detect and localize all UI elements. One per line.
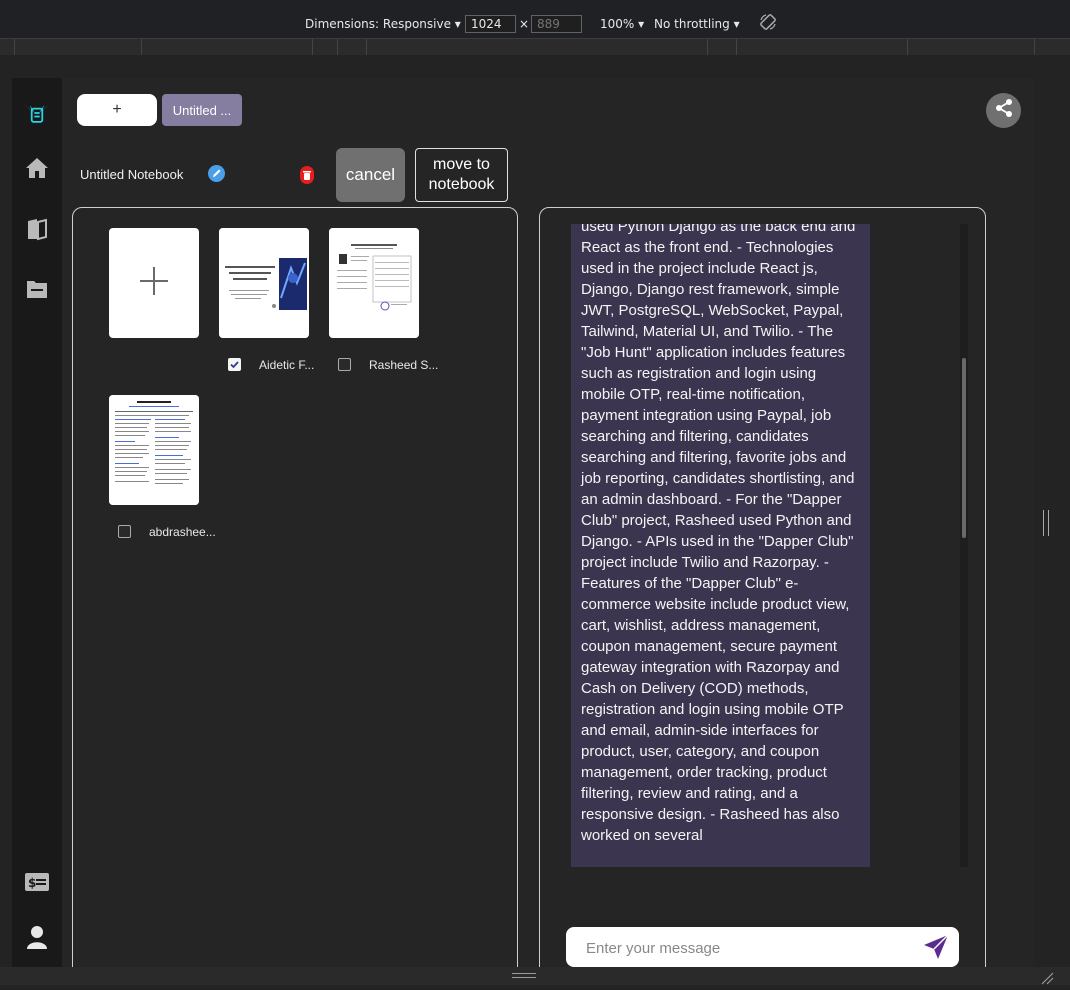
message-scrollbar[interactable]: [960, 224, 968, 867]
user-icon[interactable]: [22, 922, 52, 952]
notebook-title: Untitled Notebook: [80, 167, 184, 182]
document-checkbox[interactable]: [118, 525, 131, 538]
dimensions-dropdown[interactable]: Dimensions: Responsive ▾: [305, 17, 461, 31]
tab-untitled-notebook[interactable]: Untitled ...: [162, 94, 242, 126]
devtools-bottom-bar: [0, 967, 1070, 985]
home-icon[interactable]: [22, 153, 52, 183]
document-thumbnail[interactable]: [329, 228, 419, 338]
media-query-ruler: [0, 39, 1070, 55]
trash-icon[interactable]: [300, 166, 314, 184]
documents-panel: Aidetic F... Rasheed S... abdrashee...: [72, 207, 518, 967]
sidebar: $: [12, 78, 62, 967]
message-input[interactable]: [584, 927, 908, 967]
assistant-message: used Python Django as the back end and R…: [571, 224, 870, 867]
throttling-dropdown[interactable]: No throttling ▾: [654, 17, 740, 31]
share-button[interactable]: [986, 93, 1021, 128]
share-icon: [994, 98, 1014, 123]
add-notebook-button[interactable]: +: [77, 94, 157, 126]
document-checkbox[interactable]: [338, 358, 351, 371]
cancel-button[interactable]: cancel: [336, 148, 405, 202]
devtools-toolbar: Dimensions: Responsive ▾ × 100% ▾ No thr…: [0, 0, 1070, 39]
scrollbar-thumb[interactable]: [962, 358, 966, 538]
message-composer: [566, 927, 959, 967]
corner-resize-icon[interactable]: [1040, 971, 1054, 990]
document-label: Aidetic F...: [259, 358, 315, 372]
zoom-dropdown[interactable]: 100% ▾: [600, 17, 644, 31]
send-icon[interactable]: [922, 933, 950, 961]
plus-icon: [138, 265, 170, 302]
folder-icon[interactable]: [22, 274, 52, 304]
winged-robot-icon[interactable]: [22, 98, 52, 128]
height-resize-grip[interactable]: [512, 973, 536, 974]
document-checkbox[interactable]: [228, 358, 241, 371]
width-input[interactable]: [465, 15, 516, 33]
document-label: Rasheed S...: [369, 358, 439, 372]
document-thumbnail[interactable]: [219, 228, 309, 338]
app-viewport: $ + Untitled ... Untitled Notebook cance…: [12, 78, 1035, 967]
add-document-button[interactable]: [109, 228, 199, 338]
document-label: abdrashee...: [149, 525, 216, 539]
book-icon[interactable]: [22, 214, 52, 244]
dimension-separator: ×: [519, 17, 530, 31]
message-list[interactable]: used Python Django as the back end and R…: [571, 224, 969, 867]
chat-panel: used Python Django as the back end and R…: [539, 207, 986, 967]
document-thumbnail[interactable]: [109, 395, 199, 505]
pencil-icon[interactable]: [208, 165, 225, 182]
viewport-resize-handle[interactable]: [1043, 510, 1049, 536]
move-to-notebook-button[interactable]: move to notebook: [415, 148, 508, 202]
height-input[interactable]: [531, 15, 582, 33]
billing-icon[interactable]: $: [22, 867, 52, 897]
svg-text:$: $: [28, 876, 36, 890]
rotate-icon[interactable]: [759, 13, 777, 34]
height-resize-grip-line: [512, 977, 536, 978]
